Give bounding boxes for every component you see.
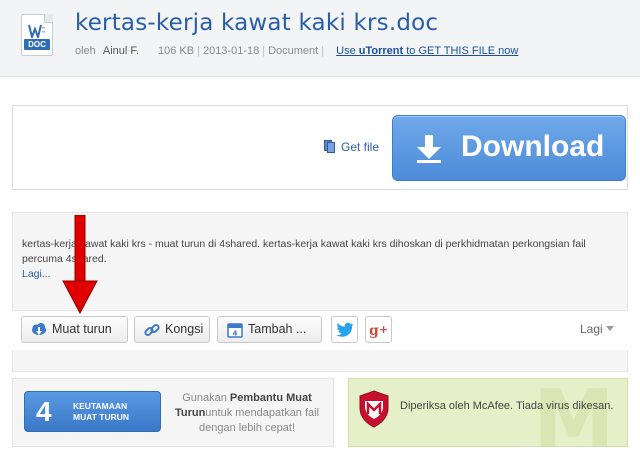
description-text: kertas-kerja kawat kaki krs - muat turun… (22, 238, 586, 265)
tambah-button[interactable]: 4 Tambah ... (217, 316, 322, 343)
mcafee-text: Diperiksa oleh McAfee. Tiada virus dikes… (400, 400, 614, 412)
twitter-button[interactable] (331, 316, 358, 343)
file-type-tag: DOC (24, 39, 50, 50)
doc-file-icon: DOC (21, 14, 53, 56)
svg-text:4: 4 (233, 330, 238, 338)
calendar-add-icon: 4 (227, 323, 243, 338)
red-arrow-annotation (62, 215, 98, 315)
download-arrow-icon (417, 135, 441, 163)
download-button[interactable]: Download (392, 115, 626, 181)
page: DOC kertas-kerja kawat kaki krs.doc oleh… (0, 0, 640, 471)
twitter-icon (336, 322, 353, 337)
author-link[interactable]: Ainul F. (103, 45, 139, 57)
link-icon (144, 323, 160, 337)
caret-down-icon (605, 326, 614, 331)
google-plus-icon: g + (369, 323, 388, 339)
promo-number: 4 (36, 396, 52, 427)
mcafee-shield-icon (359, 390, 389, 428)
promo-text: Gunakan Pembantu Muat Turununtuk mendapa… (174, 392, 320, 434)
cloud-download-icon (32, 323, 46, 335)
description-more-link[interactable]: Lagi... (22, 268, 51, 280)
muat-turun-button[interactable]: Muat turun (21, 316, 128, 343)
upload-date: 2013-01-18 (202, 45, 260, 57)
get-file-link[interactable]: Get file (324, 140, 379, 154)
svg-text:+: + (379, 323, 388, 336)
file-icon (324, 140, 335, 153)
file-title: kertas-kerja kawat kaki krs.doc (75, 10, 439, 36)
google-plus-button[interactable]: g + (365, 316, 392, 343)
more-dropdown[interactable]: Lagi (580, 322, 614, 336)
download-priority-button[interactable]: 4 KEUTAMAAN MUAT TURUN (24, 391, 161, 432)
file-meta: oleh Ainul F. 106 KB | 2013-01-18 | Document… (75, 45, 519, 57)
by-label: oleh (75, 45, 96, 57)
svg-text:g: g (369, 323, 379, 339)
file-size: 106 KB (158, 45, 195, 57)
utorrent-link[interactable]: Use uTorrent to GET THIS FILE now (336, 45, 518, 57)
kongsi-button[interactable]: Kongsi (134, 316, 210, 343)
file-category[interactable]: Document (268, 45, 318, 57)
